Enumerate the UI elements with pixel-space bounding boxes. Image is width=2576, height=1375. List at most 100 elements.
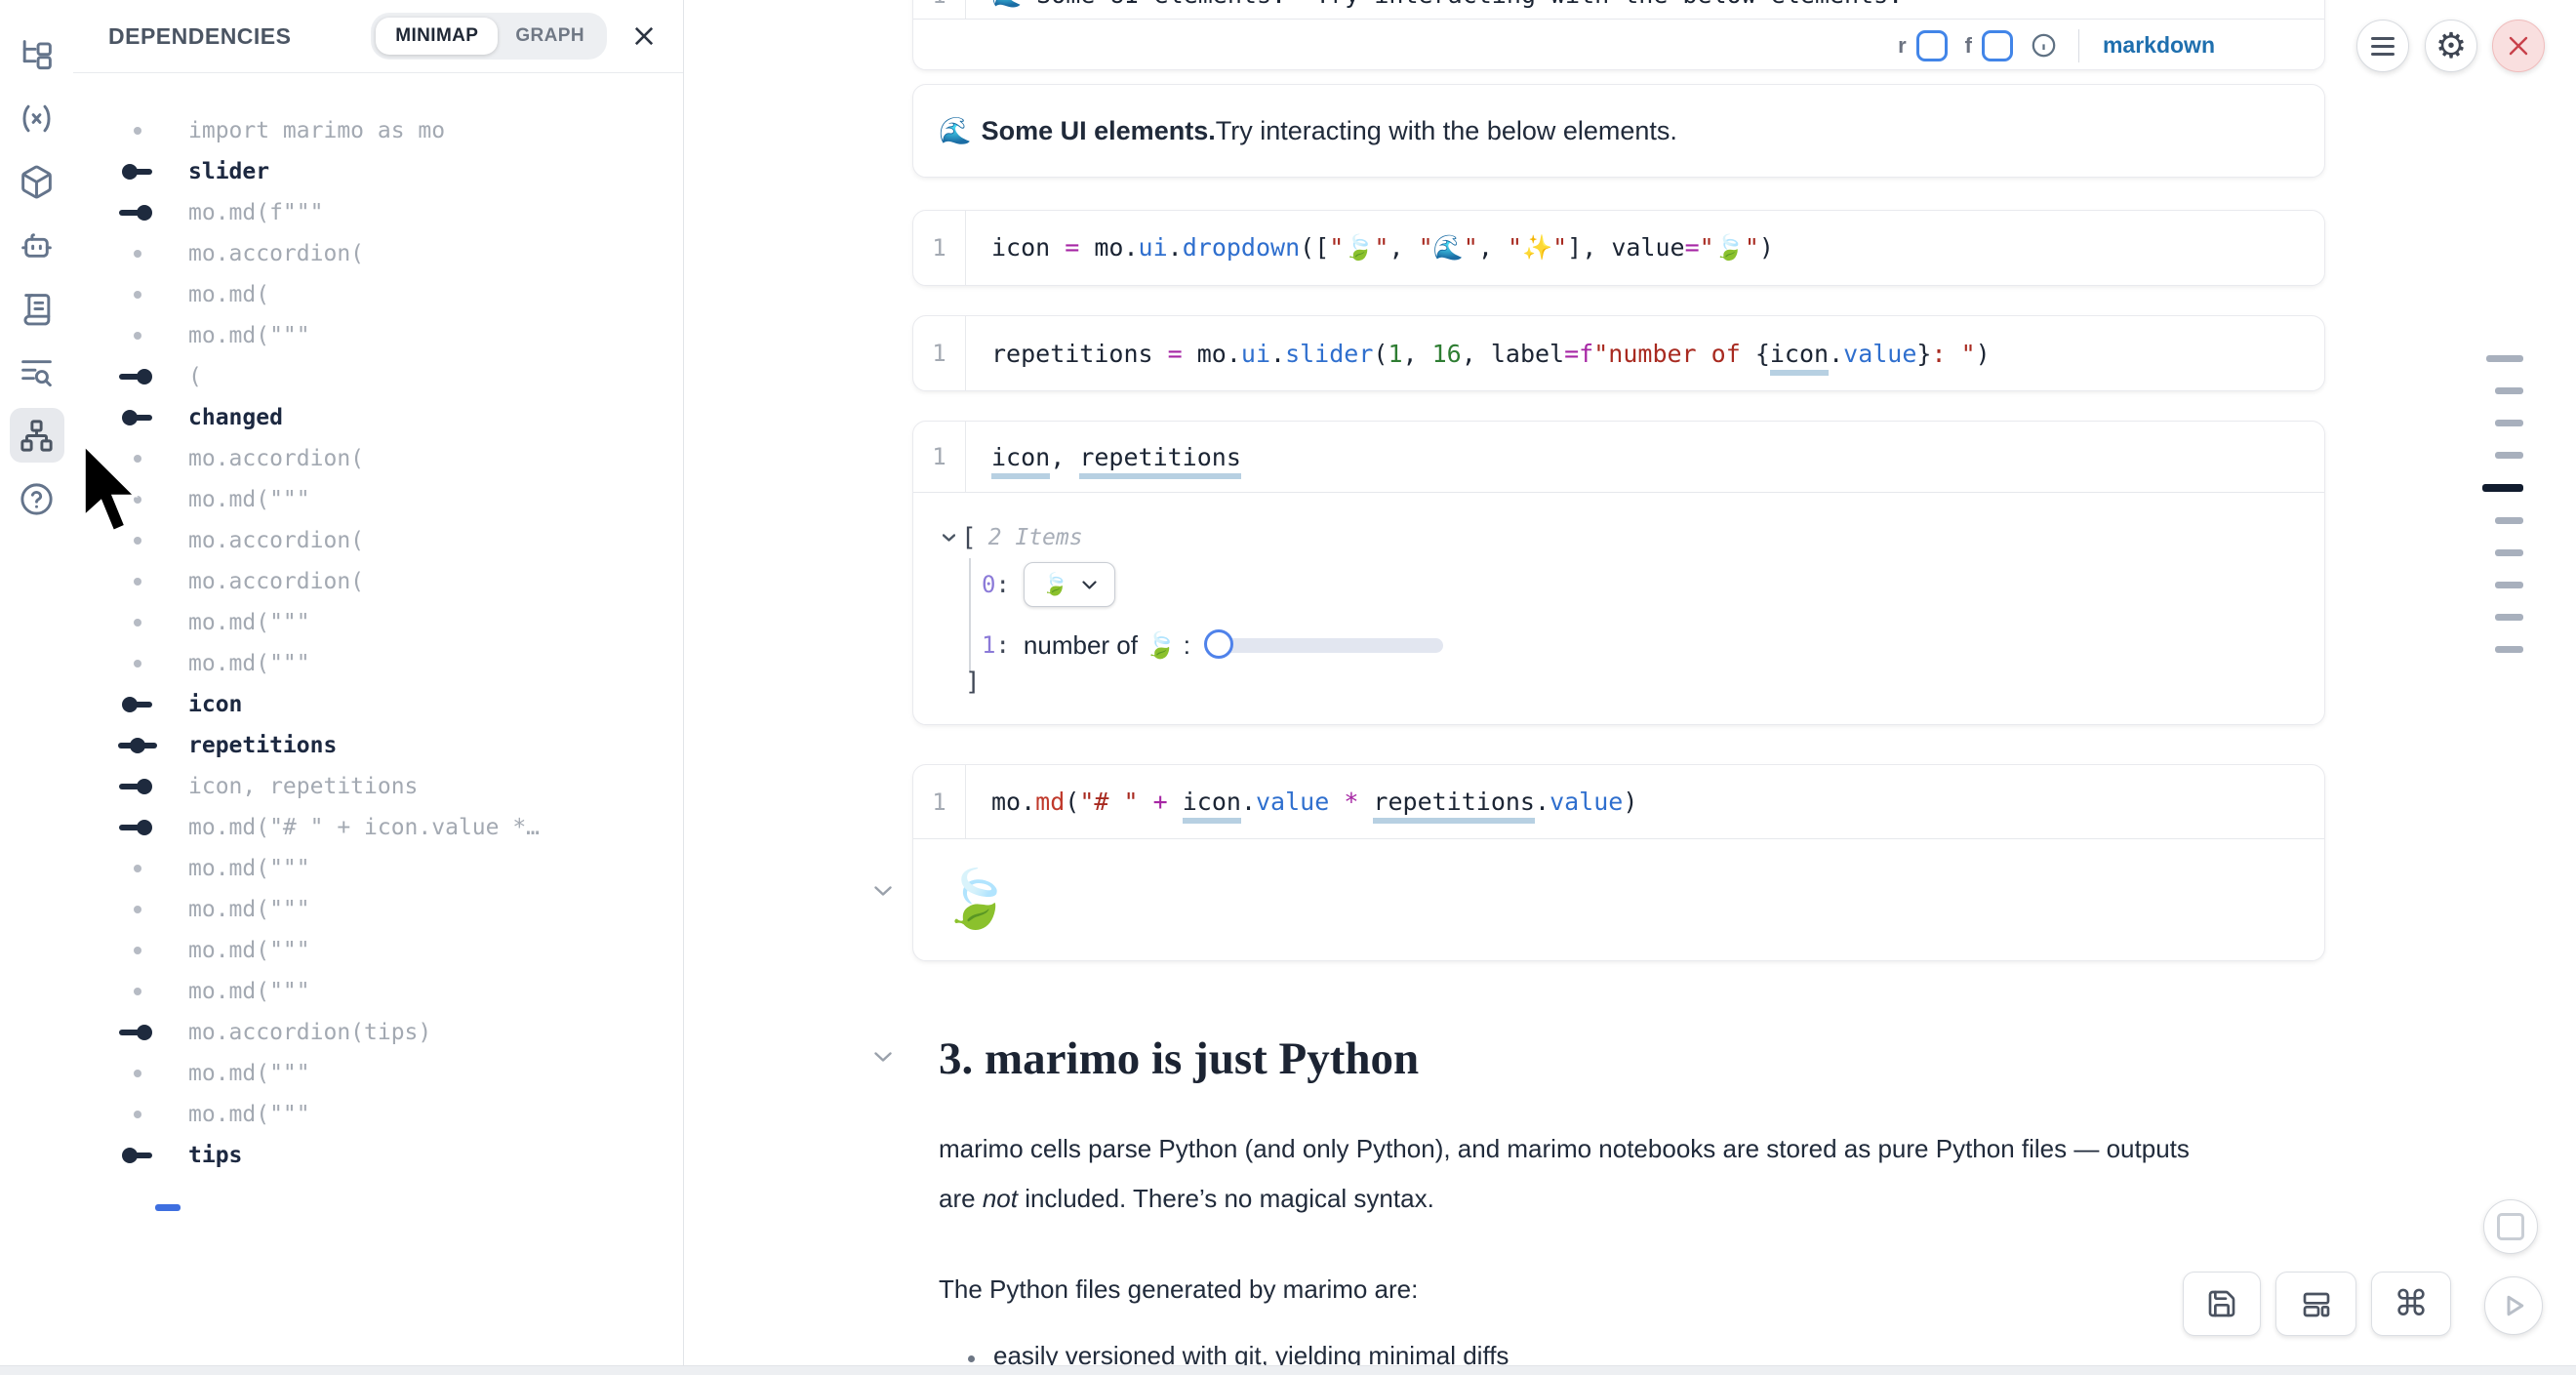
minimap-row[interactable]: mo.accordion( [73, 520, 683, 561]
sitemap-icon[interactable] [10, 408, 64, 463]
minimap-row[interactable]: mo.md( [73, 274, 683, 315]
package-icon[interactable] [10, 154, 64, 209]
minimap-row[interactable]: mo.md("# " + icon.value *… [73, 807, 683, 848]
outline-line[interactable] [2495, 646, 2523, 653]
outline-line[interactable] [2495, 420, 2523, 426]
wave-emoji: 🌊 [939, 115, 972, 146]
item-separator: : [995, 571, 1009, 598]
minimap-row[interactable]: mo.accordion( [73, 233, 683, 274]
minimap-row[interactable]: repetitions [73, 725, 683, 766]
minimap-row[interactable]: mo.md(""" [73, 602, 683, 643]
run-button[interactable] [2484, 1276, 2543, 1335]
outline-line[interactable] [2495, 549, 2523, 556]
f-toggle-checkbox[interactable] [1982, 30, 2013, 61]
minimap-row[interactable]: tips [73, 1135, 683, 1176]
cell-marker-icon [120, 397, 155, 438]
minimap-row[interactable]: icon, repetitions [73, 766, 683, 807]
help-circle-icon[interactable] [10, 471, 64, 526]
info-icon[interactable] [2031, 32, 2057, 59]
menu-button[interactable] [2356, 20, 2409, 72]
scroll-icon[interactable] [10, 281, 64, 336]
minimap-row[interactable]: icon [73, 684, 683, 725]
code-line[interactable]: icon, repetitions [991, 443, 1241, 471]
dependencies-panel: DEPENDENCIES MINIMAP GRAPH import marimo… [73, 0, 684, 1374]
minimap-row[interactable]: mo.md(""" [73, 315, 683, 356]
robot-icon[interactable] [10, 218, 64, 272]
minimap-row[interactable]: mo.md(""" [73, 1094, 683, 1135]
minimap-cell-label: mo.accordion( [188, 528, 364, 553]
markdown-cell-editor[interactable]: 1 🌊 Some UI elements. Try interacting wi… [912, 0, 2325, 70]
outline-line[interactable] [2495, 387, 2523, 394]
slider-thumb[interactable] [1204, 629, 1233, 659]
close-panel-button[interactable] [630, 22, 658, 50]
outline-line[interactable] [2495, 452, 2523, 459]
outline-line[interactable] [2482, 484, 2523, 492]
minimap-cell-label: mo.md("# " + icon.value *… [188, 815, 540, 840]
minimap-row[interactable]: mo.md(""" [73, 479, 683, 520]
stop-button[interactable] [2483, 1199, 2538, 1254]
code-cell-dropdown[interactable]: 1 icon = mo.ui.dropdown(["🍃", "🌊", "✨"],… [912, 210, 2325, 286]
minimap-row[interactable]: ( [73, 356, 683, 397]
toolbar-divider [2078, 29, 2079, 62]
cell-marker-icon [120, 1053, 155, 1094]
minimap-row[interactable]: mo.md(""" [73, 930, 683, 971]
slider-label: number of 🍃 : [1024, 630, 1190, 661]
shutdown-button[interactable] [2492, 20, 2545, 72]
minimap-cell-label: mo.accordion( [188, 446, 364, 471]
section-heading: 3. marimo is just Python [939, 1032, 1419, 1085]
array-item-0: 0 : 🍃 [982, 563, 1115, 606]
minimap-row[interactable]: mo.md(""" [73, 643, 683, 684]
dropdown-select[interactable]: 🍃 [1024, 562, 1115, 607]
collapse-array-icon[interactable] [943, 534, 955, 542]
minimap-row[interactable]: mo.accordion( [73, 561, 683, 602]
minimap-row[interactable]: mo.accordion(tips) [73, 1012, 683, 1053]
tab-graph[interactable]: GRAPH [498, 18, 602, 55]
collapse-cell-icon[interactable] [874, 886, 892, 896]
minimap-row[interactable]: mo.md(""" [73, 848, 683, 889]
cell-marker-icon [120, 233, 155, 274]
layout-button[interactable] [2275, 1272, 2356, 1336]
variables-icon[interactable] [10, 91, 64, 145]
save-button[interactable] [2183, 1272, 2261, 1336]
code-line[interactable]: repetitions = mo.ui.slider(1, 16, label=… [991, 340, 1991, 368]
minimap-row[interactable]: mo.md(f""" [73, 192, 683, 233]
code-line[interactable]: icon = mo.ui.dropdown(["🍃", "🌊", "✨"], v… [991, 233, 1774, 263]
minimap-cell-label: repetitions [188, 733, 337, 758]
outline-line[interactable] [2495, 582, 2523, 588]
cell-marker-icon [120, 1094, 155, 1135]
minimap-cell-label: mo.md(""" [188, 610, 310, 635]
line-number: 1 [913, 422, 966, 492]
minimap-row[interactable]: changed [73, 397, 683, 438]
code-line[interactable]: mo.md("# " + icon.value * repetitions.va… [991, 788, 1637, 816]
r-toggle-checkbox[interactable] [1916, 30, 1948, 61]
search-list-icon[interactable] [10, 344, 64, 399]
collapse-section-icon[interactable] [874, 1052, 892, 1062]
item-separator: : [995, 631, 1009, 659]
code-line[interactable]: 🌊 Some UI elements. Try interacting with… [991, 0, 1903, 10]
outline-line[interactable] [2495, 517, 2523, 524]
minimap-row[interactable]: mo.md(""" [73, 1053, 683, 1094]
output-text: Try interacting with the below elements. [1216, 116, 1677, 146]
tab-minimap[interactable]: MINIMAP [376, 18, 498, 55]
slider-track[interactable] [1206, 638, 1443, 653]
outline-line[interactable] [2495, 614, 2523, 621]
outline-line[interactable] [2486, 355, 2523, 362]
dependencies-panel-header: DEPENDENCIES MINIMAP GRAPH [73, 0, 683, 73]
shortcuts-button[interactable]: ⌘ [2371, 1272, 2451, 1336]
cell-marker-icon [120, 274, 155, 315]
code-cell-slider[interactable]: 1 repetitions = mo.ui.slider(1, 16, labe… [912, 315, 2325, 391]
minimap-row[interactable]: mo.md(""" [73, 889, 683, 930]
settings-button[interactable]: ⚙ [2425, 20, 2477, 72]
language-label[interactable]: markdown [2103, 32, 2215, 59]
code-cell-md[interactable]: 1 mo.md("# " + icon.value * repetitions.… [912, 764, 2325, 961]
minimap-row[interactable]: mo.md(""" [73, 971, 683, 1012]
minimap-row[interactable]: import marimo as mo [73, 110, 683, 151]
file-tree-icon[interactable] [10, 27, 64, 82]
bracket-close: ] [965, 667, 981, 697]
minimap-cell-label: mo.md(""" [188, 979, 310, 1004]
line-number: 1 [913, 316, 966, 390]
minimap-row[interactable]: slider [73, 151, 683, 192]
code-cell-tuple[interactable]: 1 icon, repetitions [ 2 Items 0 : 🍃 1 : … [912, 421, 2325, 725]
minimap-row[interactable]: mo.accordion( [73, 438, 683, 479]
paragraph-2: The Python files generated by marimo are… [939, 1265, 1418, 1314]
